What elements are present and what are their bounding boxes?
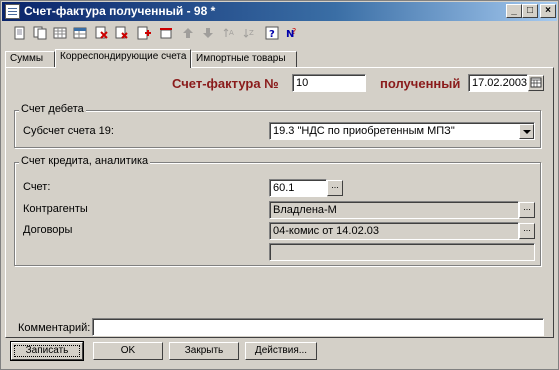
calendar-icon [530,77,542,88]
sort-desc-icon[interactable]: Z [242,25,258,41]
focus-rect [14,345,80,357]
delete-icon[interactable] [94,25,110,41]
extra-analytics-field[interactable] [269,243,535,261]
credit-account-group: Счет кредита, аналитика Счет: 60.1 ... К… [14,155,541,266]
comment-field[interactable] [92,318,544,336]
chevron-down-icon[interactable] [519,124,534,139]
date-field[interactable]: 17.02.2003 [468,74,528,92]
credit-group-title: Счет кредита, аналитика [19,155,151,167]
arrow-down-icon[interactable] [200,25,216,41]
check-help-icon[interactable]: N? [284,25,300,41]
actions-button-label: Действия... [254,345,308,356]
table-icon[interactable] [72,25,88,41]
insert-row-icon[interactable] [158,25,174,41]
close-button-label: Закрыть [184,345,224,356]
add-row-icon[interactable] [136,25,152,41]
calendar-button[interactable] [528,75,544,91]
contractors-select-button[interactable]: ... [519,202,535,218]
contracts-select-button[interactable]: ... [519,223,535,239]
comment-label: Комментарий: [18,322,91,334]
svg-text:Z: Z [249,29,254,37]
toolbar: A Z ? N? [2,22,557,44]
help-icon[interactable]: ? [264,25,280,41]
window-title: Счет-фактура полученный - 98 * [24,4,216,18]
contracts-label: Договоры [23,224,73,236]
actions-button[interactable]: Действия... [245,342,317,360]
close-window-button[interactable]: Закрыть [169,342,239,360]
subaccount-label: Субсчет счета 19: [23,125,114,137]
close-button[interactable]: × [540,4,556,18]
document-icon [5,4,20,19]
grid-icon[interactable] [52,25,68,41]
cut-delete-icon[interactable] [114,25,130,41]
arrow-up-icon[interactable] [180,25,196,41]
contractors-label: Контрагенты [23,203,88,215]
account-label: Счет: [23,181,51,193]
svg-text:?: ? [292,27,296,36]
svg-text:A: A [229,29,234,37]
minimize-button[interactable]: _ [506,4,522,18]
debit-account-group: Счет дебета Субсчет счета 19: 19.3 "НДС … [14,103,541,148]
invoice-number-field[interactable]: 10 [292,74,366,92]
contracts-field[interactable]: 04-комис от 14.02.03 [269,222,519,240]
account-select-button[interactable]: ... [327,180,343,196]
save-button[interactable]: Записать [10,341,84,361]
contractors-field[interactable]: Владлена-М [269,201,519,219]
tab-sums[interactable]: Суммы [5,51,55,67]
invoice-number-label: Счет-фактура № [172,76,279,91]
subaccount-select[interactable]: 19.3 "НДС по приобретенным МПЗ" [269,122,535,140]
new-doc-icon[interactable] [12,25,28,41]
tab-imported-goods[interactable]: Импортные товары [191,51,297,67]
debit-group-title: Счет дебета [19,103,86,115]
svg-text:?: ? [269,29,275,40]
account-field[interactable]: 60.1 [269,179,327,197]
copy-doc-icon[interactable] [32,25,48,41]
ok-button[interactable]: OK [93,342,163,360]
invoice-window: Счет-фактура полученный - 98 * _ □ × A Z… [0,0,559,370]
ok-button-label: OK [120,345,136,356]
tab-correspondent-accounts[interactable]: Корреспондирующие счета [55,49,191,68]
tab-panel: Счет-фактура № 10 полученный 17.02.2003 … [5,67,554,338]
title-bar[interactable]: Счет-фактура полученный - 98 * _ □ × [2,2,557,21]
received-label: полученный [380,76,461,91]
maximize-button[interactable]: □ [522,4,538,18]
sort-asc-icon[interactable]: A [222,25,238,41]
